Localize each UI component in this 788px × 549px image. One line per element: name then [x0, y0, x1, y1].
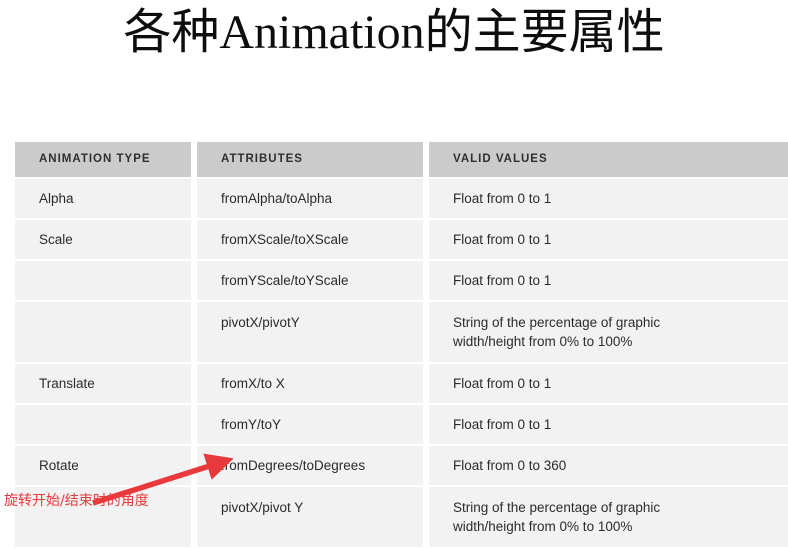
page-title: 各种Animation的主要属性 [123, 6, 665, 59]
cell-valid-value-line1: Float from 0 to 1 [453, 232, 552, 247]
cell-animation-type: Translate [15, 364, 191, 403]
cell-attribute: fromYScale/toYScale [197, 261, 423, 300]
cell-attribute: fromDegrees/toDegrees [197, 446, 423, 485]
cell-valid-value-line1: Float from 0 to 1 [453, 273, 552, 288]
table-row: Translate fromX/to X Float from 0 to 1 [15, 364, 788, 403]
column-header-attributes: ATTRIBUTES [197, 142, 423, 177]
cell-attribute: fromX/to X [197, 364, 423, 403]
cell-valid-value-line1: Float from 0 to 1 [453, 376, 552, 391]
cell-valid-value: Float from 0 to 1 [429, 220, 788, 259]
cell-valid-value-line1: Float from 0 to 1 [453, 417, 552, 432]
cell-valid-value-line1: Float from 0 to 360 [453, 458, 567, 473]
cell-valid-value-line2: width/height from 0% to 100% [453, 519, 633, 534]
cell-valid-value: Float from 0 to 1 [429, 261, 788, 300]
table-row: Alpha fromAlpha/toAlpha Float from 0 to … [15, 179, 788, 218]
cell-attribute: pivotX/pivotY [197, 302, 423, 362]
cell-animation-type: Scale [15, 220, 191, 259]
column-header-animation-type: ANIMATION TYPE [15, 142, 191, 177]
cell-attribute: pivotX/pivot Y [197, 487, 423, 547]
cell-animation-type [15, 302, 191, 362]
cell-animation-type: Alpha [15, 179, 191, 218]
cell-animation-type [15, 261, 191, 300]
cell-valid-value-line1: Float from 0 to 1 [453, 191, 552, 206]
cell-valid-value-line2: width/height from 0% to 100% [453, 334, 633, 349]
cell-valid-value: String of the percentage of graphic widt… [429, 487, 788, 547]
table-row: fromY/toY Float from 0 to 1 [15, 405, 788, 444]
column-header-valid-values: VALID VALUES [429, 142, 788, 177]
table-header-row: ANIMATION TYPE ATTRIBUTES VALID VALUES [15, 142, 788, 177]
table-row: Rotate fromDegrees/toDegrees Float from … [15, 446, 788, 485]
annotation-note-text: 旋转开始/结束时的角度 [4, 493, 149, 509]
cell-animation-type [15, 405, 191, 444]
cell-valid-value: Float from 0 to 360 [429, 446, 788, 485]
animation-attributes-table: ANIMATION TYPE ATTRIBUTES VALID VALUES A… [15, 142, 788, 549]
cell-valid-value: Float from 0 to 1 [429, 179, 788, 218]
table-row: Scale fromXScale/toXScale Float from 0 t… [15, 220, 788, 259]
cell-valid-value: Float from 0 to 1 [429, 405, 788, 444]
table-row: pivotX/pivotY String of the percentage o… [15, 302, 788, 362]
cell-valid-value-line1: String of the percentage of graphic [453, 315, 661, 330]
cell-animation-type: Rotate [15, 446, 191, 485]
cell-attribute: fromAlpha/toAlpha [197, 179, 423, 218]
cell-attribute: fromY/toY [197, 405, 423, 444]
cell-valid-value: String of the percentage of graphic widt… [429, 302, 788, 362]
cell-valid-value: Float from 0 to 1 [429, 364, 788, 403]
table-row: fromYScale/toYScale Float from 0 to 1 [15, 261, 788, 300]
cell-attribute: fromXScale/toXScale [197, 220, 423, 259]
cell-valid-value-line1: String of the percentage of graphic [453, 500, 661, 515]
